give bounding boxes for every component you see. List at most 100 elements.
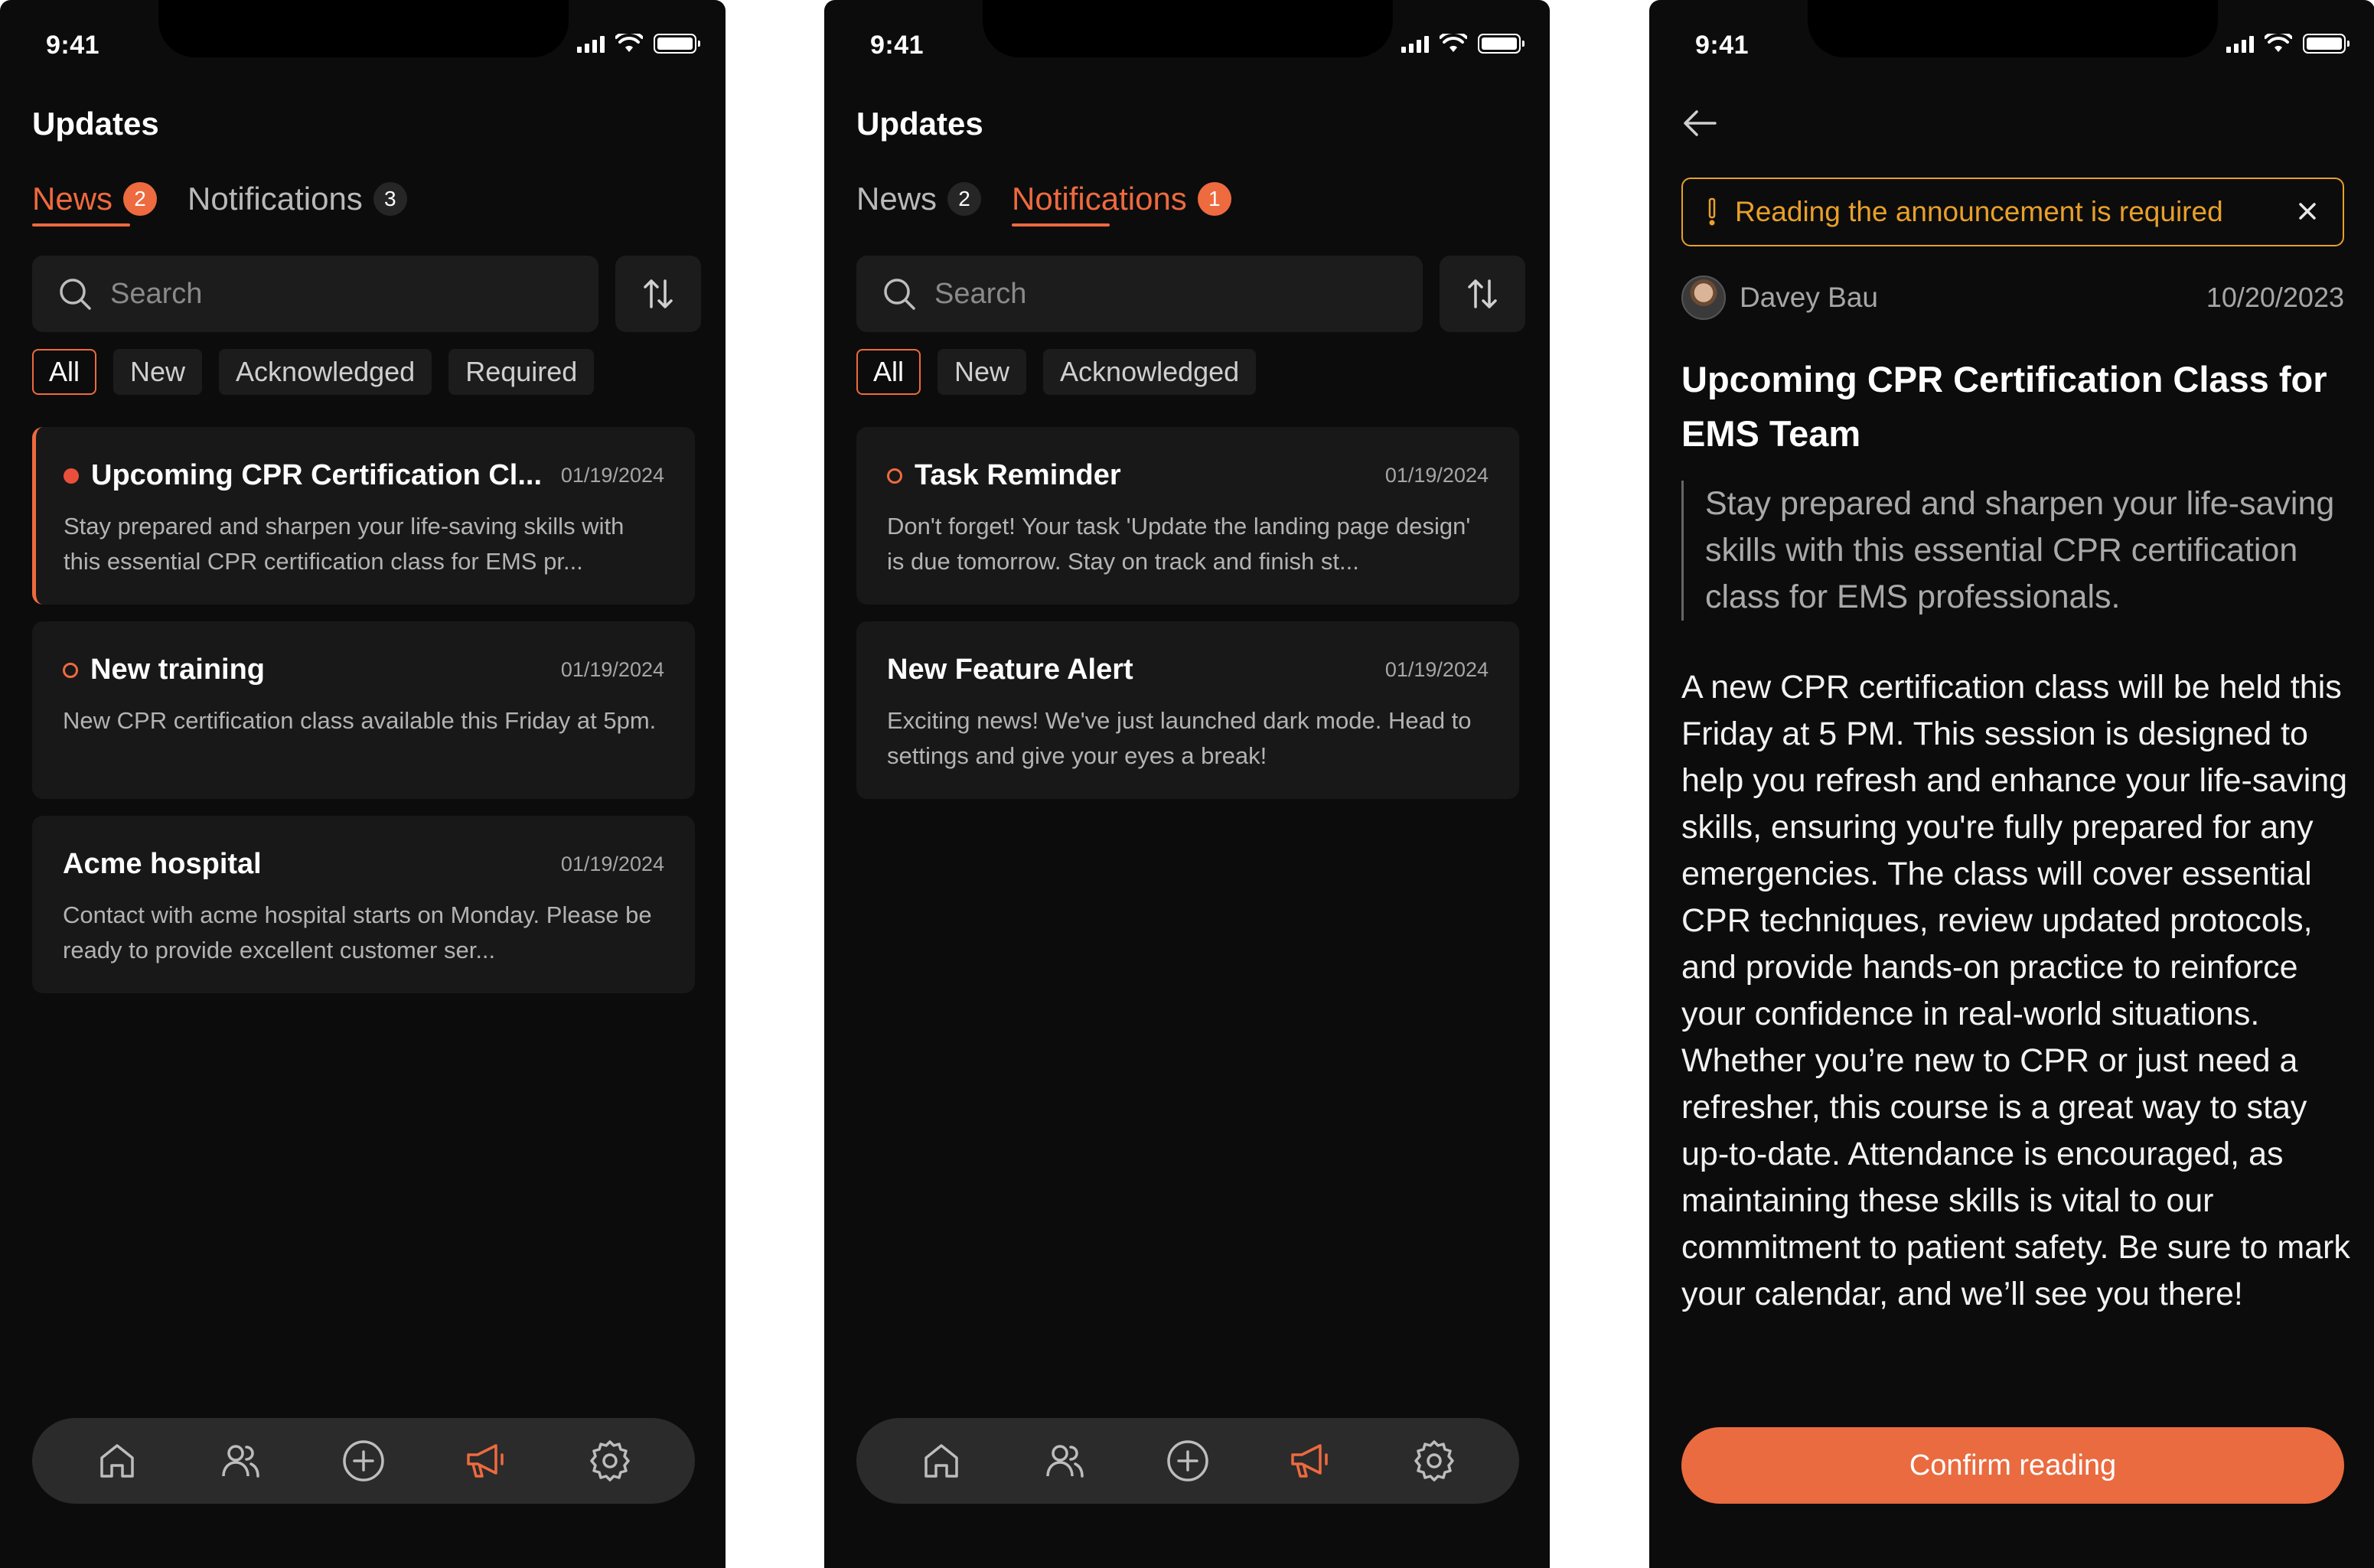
megaphone-icon [1291,1444,1328,1478]
sort-icon [1468,279,1497,308]
filter-new[interactable]: New [113,349,203,395]
wifi-icon [1440,34,1467,52]
author-name: Davey Bau [1740,282,1878,313]
item-preview: Don't forget! Your task 'Update the land… [887,513,1471,575]
nav-home[interactable] [83,1426,152,1495]
notifications-list: Task Reminder 01/19/2024 Don't forget! Y… [856,427,1519,799]
sort-button[interactable] [1440,256,1525,332]
filter-all[interactable]: All [32,349,97,395]
status-time: 9:41 [1695,31,1750,60]
item-date: 01/19/2024 [560,852,664,875]
exclamation-icon [1708,197,1716,226]
item-preview: Contact with acme hospital starts on Mon… [63,901,652,963]
filter-new[interactable]: New [938,349,1027,395]
status-time: 9:41 [46,31,100,60]
tab-news-label: News [32,181,131,227]
tab-news[interactable]: News 2 [856,181,982,222]
filter-acknowledged[interactable]: Acknowledged [1043,349,1257,395]
item-preview: Stay prepared and sharpen your life-savi… [64,513,624,575]
list-item[interactable]: Upcoming CPR Certification Cl... 01/19/2… [32,427,695,605]
list-item[interactable]: New training 01/19/2024 New CPR certific… [32,621,695,799]
device-notch [158,0,569,57]
search-input[interactable] [110,277,569,311]
gear-icon [1414,1440,1455,1482]
gear-icon [590,1440,631,1482]
nav-users[interactable] [206,1426,275,1495]
avatar [1681,275,1726,320]
signal-icon [577,34,605,53]
tab-notifications-label: Notifications [1012,181,1187,227]
wifi-icon [2265,34,2292,52]
tab-notifications[interactable]: Notifications 3 [188,181,407,222]
item-date: 01/19/2024 [1384,658,1489,681]
new-dot-icon [887,468,902,484]
item-title: New training [90,654,266,686]
list-item[interactable]: Task Reminder 01/19/2024 Don't forget! Y… [856,427,1519,605]
nav-home[interactable] [907,1426,976,1495]
signal-icon [2226,34,2254,53]
item-date: 01/19/2024 [560,464,664,487]
filter-required[interactable]: Required [448,349,595,395]
signal-icon [1401,34,1429,53]
announcement-body: A new CPR certification class will be he… [1681,669,2350,1312]
plus-circle-icon [343,1440,384,1482]
plus-circle-icon [1167,1440,1208,1482]
sort-button[interactable] [615,256,701,332]
back-button[interactable] [1681,104,1727,142]
battery-icon [1478,34,1525,54]
tab-news-count-badge: 2 [947,182,982,216]
unread-dot-icon [64,468,79,484]
announcement-title: Upcoming CPR Certification Class for EMS… [1681,359,2327,454]
tab-notifications-label: Notifications [188,181,363,217]
alert-close-button[interactable] [2292,196,2323,227]
filter-acknowledged[interactable]: Acknowledged [219,349,432,395]
nav-announcements[interactable] [1277,1426,1345,1495]
filter-all[interactable]: All [856,349,921,395]
tab-notifications[interactable]: Notifications 1 [1012,181,1231,227]
item-title: Acme hospital [63,848,262,880]
search-input[interactable] [934,277,1394,311]
device-notch [1808,0,2218,57]
bottom-nav [856,1418,1519,1504]
required-reading-alert: Reading the announcement is required [1681,178,2344,246]
page-title: Updates [32,106,159,142]
wifi-icon [615,34,643,52]
item-date: 01/19/2024 [560,658,664,681]
search-box [32,256,598,332]
tab-news-count-badge: 2 [123,182,158,216]
author: Davey Bau [1681,275,1878,320]
news-list: Upcoming CPR Certification Cl... 01/19/2… [32,427,695,993]
nav-announcements[interactable] [452,1426,521,1495]
nav-add[interactable] [1153,1426,1222,1495]
nav-settings[interactable] [1400,1426,1469,1495]
search-row [856,256,1525,332]
status-icons [1401,34,1525,54]
confirm-reading-button[interactable]: Confirm reading [1681,1427,2344,1504]
device-notch [983,0,1393,57]
users-icon [1046,1445,1084,1478]
announcement-summary: Stay prepared and sharpen your life-savi… [1681,481,2344,621]
arrow-left-icon [1684,110,1717,136]
item-title: Task Reminder [915,459,1121,491]
item-title: Upcoming CPR Certification Cl... [91,459,543,491]
tab-bar: News 2 Notifications 1 [856,181,1231,227]
tab-bar: News 2 Notifications 3 [32,181,407,227]
tab-notifications-count-badge: 3 [373,182,407,216]
list-item[interactable]: Acme hospital 01/19/2024 Contact with ac… [32,816,695,993]
tab-news[interactable]: News 2 [32,181,158,227]
nav-users[interactable] [1030,1426,1099,1495]
status-time: 9:41 [870,31,924,60]
filter-chips: All New Acknowledged Required [32,349,595,395]
item-preview: Exciting news! We've just launched dark … [887,707,1472,769]
status-icons [577,34,700,54]
screen-news-list: 9:41 Updates News 2 Notifications 3 All … [0,0,726,1568]
battery-icon [654,34,700,54]
nav-add[interactable] [329,1426,398,1495]
nav-settings[interactable] [576,1426,644,1495]
home-icon [99,1444,134,1478]
search-box [856,256,1423,332]
screen-notifications-list: 9:41 Updates News 2 Notifications 1 All … [824,0,1550,1568]
item-date: 01/19/2024 [1384,464,1489,487]
list-item[interactable]: New Feature Alert 01/19/2024 Exciting ne… [856,621,1519,799]
status-icons [2226,34,2350,54]
